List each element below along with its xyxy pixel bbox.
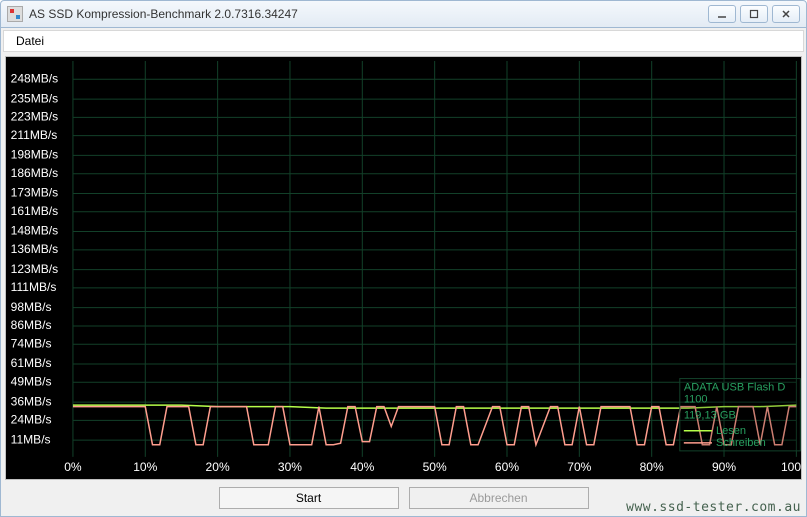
svg-text:40%: 40%: [350, 460, 374, 474]
svg-text:74MB/s: 74MB/s: [11, 336, 52, 350]
svg-text:70%: 70%: [567, 460, 591, 474]
svg-text:24MB/s: 24MB/s: [11, 413, 52, 427]
title-bar: AS SSD Kompression-Benchmark 2.0.7316.34…: [0, 0, 807, 28]
svg-text:49MB/s: 49MB/s: [11, 374, 52, 388]
svg-text:111MB/s: 111MB/s: [11, 280, 57, 294]
compression-chart: 248MB/s 235MB/s 223MB/s 211MB/s 198MB/s 186MB…: [6, 57, 801, 479]
svg-text:10%: 10%: [133, 460, 157, 474]
app-icon: [7, 6, 23, 22]
minimize-button[interactable]: [708, 5, 736, 23]
chart-area: 248MB/s 235MB/s 223MB/s 211MB/s 198MB/s 186MB…: [5, 56, 802, 480]
chart-legend: ADATA USB Flash D 1100 119,13 GB Lesen S…: [680, 379, 801, 451]
legend-read: Lesen: [716, 425, 746, 437]
svg-text:36MB/s: 36MB/s: [11, 394, 52, 408]
svg-text:136MB/s: 136MB/s: [11, 242, 59, 256]
legend-capacity: 119,13 GB: [684, 410, 736, 422]
legend-device: ADATA USB Flash D: [684, 382, 786, 394]
svg-text:223MB/s: 223MB/s: [11, 110, 59, 124]
svg-text:211MB/s: 211MB/s: [11, 128, 58, 142]
client-area: Datei 248MB/s 235MB/s 223MB/s 211MB/s 198MB/…: [0, 28, 807, 517]
svg-text:148MB/s: 148MB/s: [11, 224, 59, 238]
svg-text:30%: 30%: [278, 460, 302, 474]
svg-text:20%: 20%: [206, 460, 230, 474]
svg-text:0%: 0%: [64, 460, 82, 474]
svg-text:100%: 100%: [781, 460, 801, 474]
svg-text:123MB/s: 123MB/s: [11, 262, 59, 276]
svg-text:173MB/s: 173MB/s: [11, 186, 59, 200]
maximize-icon: [749, 9, 759, 19]
svg-text:50%: 50%: [423, 460, 447, 474]
close-icon: [781, 9, 791, 19]
legend-write: Schreiben: [716, 437, 766, 449]
svg-text:161MB/s: 161MB/s: [11, 204, 59, 218]
svg-text:86MB/s: 86MB/s: [11, 318, 52, 332]
svg-text:235MB/s: 235MB/s: [11, 91, 59, 105]
abort-button: Abbrechen: [409, 487, 589, 509]
legend-model: 1100: [684, 394, 708, 406]
svg-text:98MB/s: 98MB/s: [11, 300, 52, 314]
svg-text:11MB/s: 11MB/s: [11, 432, 51, 446]
start-button[interactable]: Start: [219, 487, 399, 509]
svg-text:186MB/s: 186MB/s: [11, 166, 59, 180]
button-bar: Start Abbrechen: [3, 482, 804, 514]
svg-text:80%: 80%: [640, 460, 664, 474]
svg-text:60%: 60%: [495, 460, 519, 474]
close-button[interactable]: [772, 5, 800, 23]
svg-text:198MB/s: 198MB/s: [11, 148, 59, 162]
menu-bar: Datei: [3, 30, 804, 52]
svg-text:90%: 90%: [712, 460, 736, 474]
window-title: AS SSD Kompression-Benchmark 2.0.7316.34…: [29, 7, 298, 21]
maximize-button[interactable]: [740, 5, 768, 23]
svg-text:61MB/s: 61MB/s: [11, 356, 52, 370]
menu-file[interactable]: Datei: [8, 32, 52, 50]
minimize-icon: [717, 9, 727, 19]
svg-text:248MB/s: 248MB/s: [11, 71, 59, 85]
